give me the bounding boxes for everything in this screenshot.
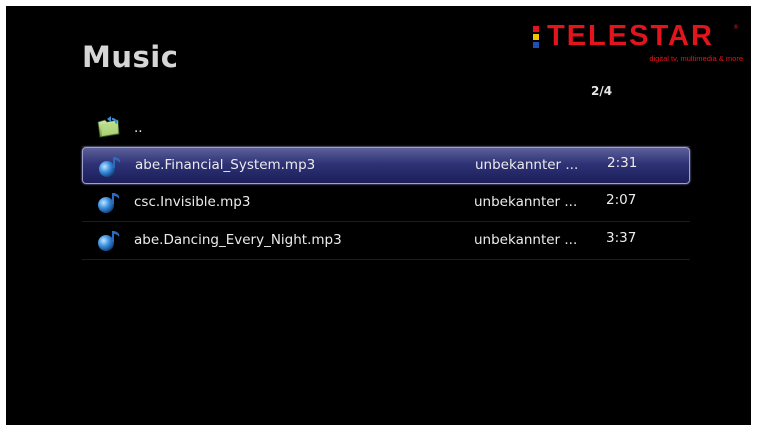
file-name: abe.Financial_System.mp3 xyxy=(135,157,316,173)
logo-tagline: digital tv, multimedia & more xyxy=(649,54,743,63)
tv-screen: Music TELESTAR ® digital tv, multimedia … xyxy=(6,6,751,425)
track-duration: 2:07 xyxy=(606,192,637,208)
logo-registered-mark: ® xyxy=(733,24,739,31)
file-name: csc.Invisible.mp3 xyxy=(134,194,251,210)
parent-folder-label: .. xyxy=(134,120,143,136)
track-duration: 3:37 xyxy=(606,230,637,246)
artist-name: unbekannter ... xyxy=(474,194,578,210)
file-name: abe.Dancing_Every_Night.mp3 xyxy=(134,232,342,248)
list-item[interactable]: csc.Invisible.mp3 unbekannter ... 2:07 xyxy=(82,184,690,222)
page-title: Music xyxy=(82,40,179,74)
artist-name: unbekannter ... xyxy=(475,157,579,173)
page-indicator: 2/4 xyxy=(591,84,613,98)
folder-up-icon xyxy=(97,116,120,138)
artist-name: unbekannter ... xyxy=(474,232,578,248)
track-duration: 2:31 xyxy=(607,155,638,171)
telestar-logo: TELESTAR ® digital tv, multimedia & more xyxy=(533,20,743,70)
logo-wordmark: TELESTAR xyxy=(547,20,714,52)
file-list: .. abe.Financial_System.mp3 unbekannter … xyxy=(82,109,690,260)
list-item[interactable]: abe.Dancing_Every_Night.mp3 unbekannter … xyxy=(82,222,690,260)
music-note-icon xyxy=(98,231,120,251)
list-item[interactable]: abe.Financial_System.mp3 unbekannter ...… xyxy=(82,147,690,184)
logo-color-bars xyxy=(533,26,541,50)
music-note-icon xyxy=(99,157,121,177)
parent-folder-row[interactable]: .. xyxy=(82,109,690,147)
music-note-icon xyxy=(98,193,120,213)
